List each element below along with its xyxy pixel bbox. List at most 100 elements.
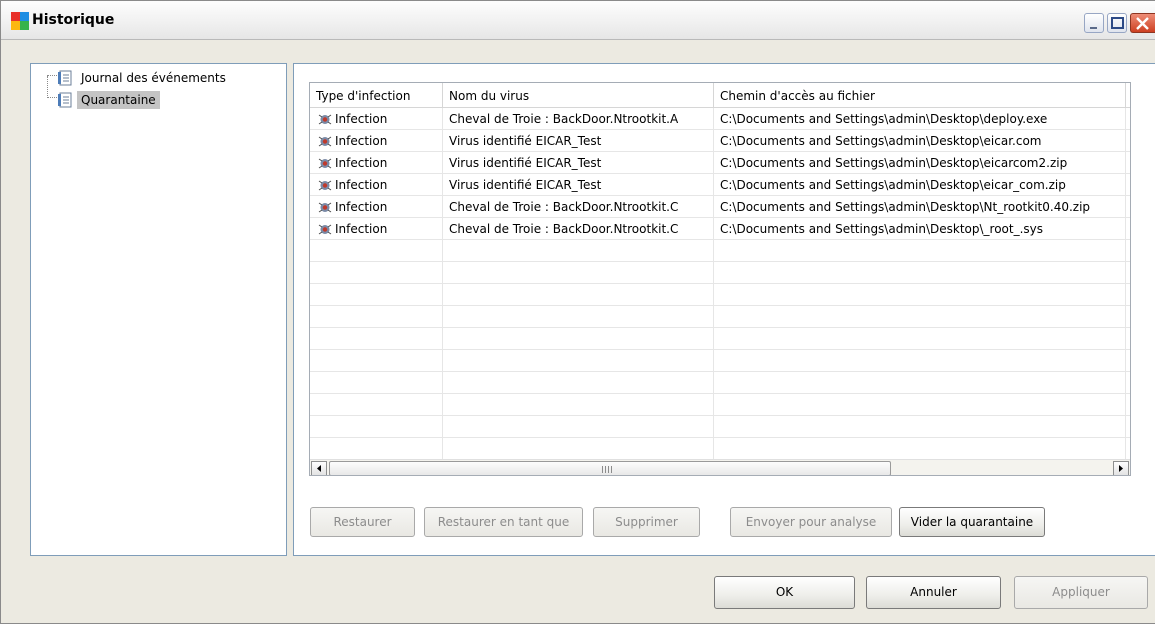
grip-icon — [602, 466, 614, 473]
tree-item-label: Journal des événements — [81, 71, 226, 85]
empty-cell — [310, 350, 443, 371]
arrow-left-icon — [317, 465, 321, 472]
empty-cell — [714, 372, 1126, 393]
empty-cell — [714, 350, 1126, 371]
table-row[interactable]: Infection Virus identifié EICAR_Test C:\Do… — [310, 152, 1130, 174]
quarantine-list[interactable]: Type d'infection Nom du virus Chemin d'a… — [309, 82, 1131, 476]
delete-button[interactable]: Supprimer — [593, 507, 700, 537]
table-row[interactable]: Infection Virus identifié EICAR_Test C:\Do… — [310, 174, 1130, 196]
table-row[interactable]: Infection Cheval de Troie : BackDoor.Ntro… — [310, 108, 1130, 130]
empty-cell — [443, 306, 714, 327]
tree-item-event-log[interactable]: Journal des événements — [57, 68, 230, 88]
empty-cell — [443, 438, 714, 459]
infection-type-label: Infection — [335, 199, 388, 214]
empty-cell — [714, 394, 1126, 415]
horizontal-scrollbar[interactable] — [310, 459, 1130, 475]
empty-cell — [310, 306, 443, 327]
virus-name-cell: Cheval de Troie : BackDoor.Ntrootkit.A — [443, 108, 714, 129]
minimize-icon — [1090, 27, 1097, 29]
infection-type-cell: Infection — [310, 174, 443, 195]
table-row[interactable]: Infection Cheval de Troie : BackDoor.Ntro… — [310, 218, 1130, 240]
tree-connector — [47, 75, 57, 76]
infection-type-cell: Infection — [310, 218, 443, 239]
empty-cell — [443, 416, 714, 437]
empty-cell — [443, 240, 714, 261]
infection-type-label: Infection — [335, 177, 388, 192]
infection-bug-icon — [318, 158, 332, 168]
infection-type-cell: Infection — [310, 108, 443, 129]
close-button[interactable] — [1130, 13, 1155, 33]
list-body: Infection Cheval de Troie : BackDoor.Ntro… — [310, 108, 1130, 475]
tree-connector — [47, 76, 48, 98]
empty-cell — [443, 394, 714, 415]
empty-cell — [443, 328, 714, 349]
empty-cell — [443, 284, 714, 305]
virus-name-cell: Virus identifié EICAR_Test — [443, 152, 714, 173]
table-row[interactable]: Infection Virus identifié EICAR_Test C:\Do… — [310, 130, 1130, 152]
empty-row — [310, 416, 1130, 438]
empty-cell — [310, 394, 443, 415]
infection-bug-icon — [318, 224, 332, 234]
column-header-virus-name[interactable]: Nom du virus — [443, 83, 714, 107]
empty-row — [310, 262, 1130, 284]
infection-bug-icon — [318, 180, 332, 190]
virus-name-cell: Cheval de Troie : BackDoor.Ntrootkit.C — [443, 218, 714, 239]
scroll-left-button[interactable] — [311, 461, 327, 475]
list-header: Type d'infection Nom du virus Chemin d'a… — [310, 83, 1130, 108]
column-header-file-path[interactable]: Chemin d'accès au fichier — [714, 83, 1126, 107]
tree-item-quarantine[interactable]: Quarantaine — [57, 90, 160, 110]
maximize-icon — [1111, 17, 1124, 29]
file-path-cell: C:\Documents and Settings\admin\Desktop\… — [714, 174, 1126, 195]
empty-cell — [310, 416, 443, 437]
empty-row — [310, 372, 1130, 394]
empty-cell — [310, 262, 443, 283]
title-bar[interactable]: Historique — [1, 1, 1155, 40]
file-path-cell: C:\Documents and Settings\admin\Desktop\… — [714, 218, 1126, 239]
infection-type-label: Infection — [335, 155, 388, 170]
empty-cell — [443, 372, 714, 393]
apply-button[interactable]: Appliquer — [1014, 576, 1148, 609]
empty-cell — [714, 306, 1126, 327]
virus-name-cell: Cheval de Troie : BackDoor.Ntrootkit.C — [443, 196, 714, 217]
navigation-tree: Journal des événements Quarantaine — [30, 63, 287, 556]
cancel-button[interactable]: Annuler — [866, 576, 1001, 609]
empty-cell — [714, 284, 1126, 305]
empty-row — [310, 284, 1130, 306]
empty-cell — [310, 372, 443, 393]
table-row[interactable]: Infection Cheval de Troie : BackDoor.Ntro… — [310, 196, 1130, 218]
empty-row — [310, 350, 1130, 372]
quarantine-panel: Type d'infection Nom du virus Chemin d'a… — [293, 63, 1155, 556]
empty-cell — [714, 416, 1126, 437]
close-icon — [1136, 17, 1149, 30]
file-path-cell: C:\Documents and Settings\admin\Desktop\… — [714, 152, 1126, 173]
arrow-right-icon — [1119, 465, 1123, 472]
empty-cell — [714, 240, 1126, 261]
file-path-cell: C:\Documents and Settings\admin\Desktop\… — [714, 196, 1126, 217]
infection-type-label: Infection — [335, 221, 388, 236]
restore-as-button[interactable]: Restaurer en tant que — [424, 507, 583, 537]
empty-cell — [310, 240, 443, 261]
empty-row — [310, 328, 1130, 350]
empty-cell — [443, 350, 714, 371]
empty-cell — [310, 284, 443, 305]
column-header-infection-type[interactable]: Type d'infection — [310, 83, 443, 107]
empty-quarantine-button[interactable]: Vider la quarantaine — [899, 507, 1045, 537]
infection-bug-icon — [318, 136, 332, 146]
scroll-right-button[interactable] — [1113, 461, 1129, 475]
file-path-cell: C:\Documents and Settings\admin\Desktop\… — [714, 108, 1126, 129]
empty-row — [310, 394, 1130, 416]
app-logo-icon — [11, 12, 29, 30]
virus-name-cell: Virus identifié EICAR_Test — [443, 130, 714, 151]
infection-type-cell: Infection — [310, 196, 443, 217]
infection-type-label: Infection — [335, 111, 388, 126]
restore-button[interactable]: Restaurer — [310, 507, 415, 537]
infection-bug-icon — [318, 202, 332, 212]
infection-type-cell: Infection — [310, 152, 443, 173]
maximize-button[interactable] — [1107, 13, 1127, 33]
virus-name-cell: Virus identifié EICAR_Test — [443, 174, 714, 195]
minimize-button[interactable] — [1084, 13, 1104, 33]
file-path-cell: C:\Documents and Settings\admin\Desktop\… — [714, 130, 1126, 151]
send-for-analysis-button[interactable]: Envoyer pour analyse — [730, 507, 892, 537]
scrollbar-thumb[interactable] — [329, 461, 891, 475]
ok-button[interactable]: OK — [714, 576, 855, 609]
